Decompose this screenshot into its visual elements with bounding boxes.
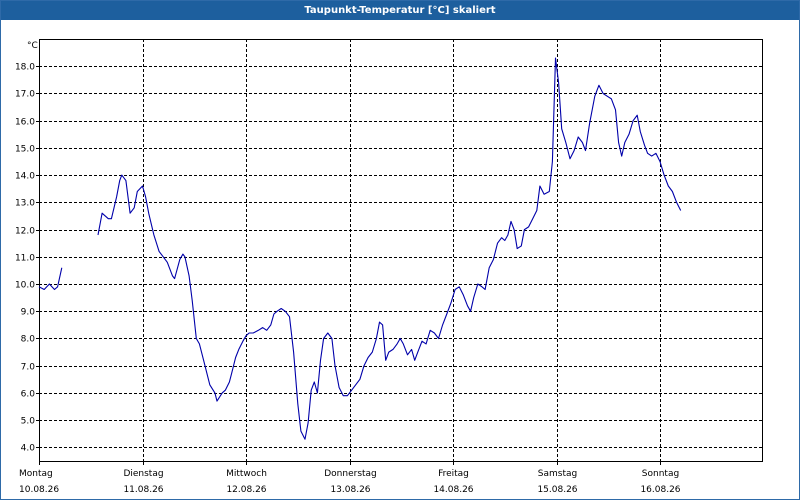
y-tick-label: 15.0 xyxy=(15,145,35,155)
y-tick-label: 13.0 xyxy=(15,199,35,209)
grid-layer xyxy=(39,39,762,461)
series-layer xyxy=(38,57,682,440)
x-tick-date-label: 12.08.26 xyxy=(226,485,266,495)
x-tick-day-label: Dienstag xyxy=(123,469,163,479)
y-tick-label: 6.0 xyxy=(21,390,36,400)
y-axis-unit-label: °C xyxy=(27,41,38,51)
x-tick-date-label: 15.08.26 xyxy=(537,485,577,495)
series-line xyxy=(97,57,682,440)
x-tick-date-label: 14.08.26 xyxy=(433,485,473,495)
x-tick-day-label: Freitag xyxy=(438,469,469,479)
x-tick-day-label: Montag xyxy=(19,469,53,479)
y-tick-label: 8.0 xyxy=(21,335,36,345)
series-line xyxy=(38,267,63,291)
y-tick-label: 9.0 xyxy=(21,308,36,318)
y-tick-label: 12.0 xyxy=(15,227,35,237)
y-tick-label: 10.0 xyxy=(15,281,35,291)
x-tick-date-label: 11.08.26 xyxy=(123,485,163,495)
plot-border xyxy=(39,39,763,462)
y-tick-label: 18.0 xyxy=(15,63,35,73)
x-tick-day-label: Sonntag xyxy=(642,469,679,479)
y-tick-label: 4.0 xyxy=(21,444,36,454)
plot-frame xyxy=(39,39,763,462)
x-tick-date-label: 16.08.26 xyxy=(640,485,680,495)
x-axis: Montag 10.08.26 Dienstag 11.08.26 Mittwoch 12… xyxy=(19,461,681,495)
y-tick-label: 14.0 xyxy=(15,172,35,182)
x-tick-day-label: Samstag xyxy=(538,469,577,479)
y-axis: 4.0 5.0 6.0 7.0 8.0 9.0 10.0 11.0 12.0 13.0 14.0 15… xyxy=(15,63,39,454)
y-tick-label: 7.0 xyxy=(21,363,36,373)
x-tick-date-label: 10.08.26 xyxy=(19,485,59,495)
x-tick-day-label: Mittwoch xyxy=(226,469,267,479)
y-tick-label: 5.0 xyxy=(21,417,36,427)
y-tick-label: 17.0 xyxy=(15,90,35,100)
x-tick-day-label: Donnerstag xyxy=(324,469,377,479)
x-tick-date-label: 13.08.26 xyxy=(330,485,370,495)
y-tick-label: 11.0 xyxy=(15,254,35,264)
chart-plot: 4.0 5.0 6.0 7.0 8.0 9.0 10.0 11.0 12.0 13.0 14.0 15… xyxy=(15,39,763,495)
y-tick-label: 16.0 xyxy=(15,118,35,128)
